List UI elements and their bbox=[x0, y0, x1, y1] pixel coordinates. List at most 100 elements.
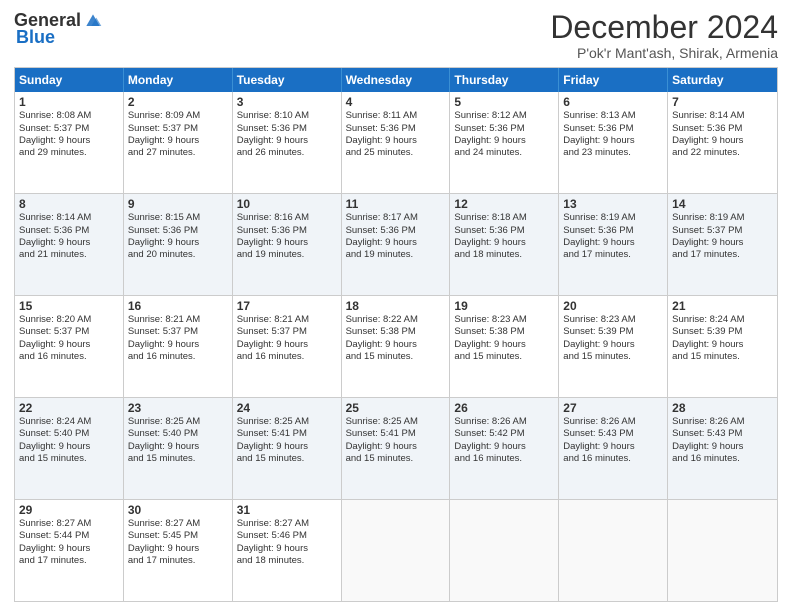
day-number: 23 bbox=[128, 401, 228, 415]
day-number: 31 bbox=[237, 503, 337, 517]
cell-info-line: Sunrise: 8:15 AM bbox=[128, 212, 228, 224]
day-number: 29 bbox=[19, 503, 119, 517]
calendar-row: 8Sunrise: 8:14 AMSunset: 5:36 PMDaylight… bbox=[15, 193, 777, 295]
calendar-cell: 27Sunrise: 8:26 AMSunset: 5:43 PMDayligh… bbox=[559, 398, 668, 499]
cell-info-line: Sunrise: 8:27 AM bbox=[128, 518, 228, 530]
calendar-cell bbox=[668, 500, 777, 601]
cell-info-line: Sunrise: 8:23 AM bbox=[454, 314, 554, 326]
cell-info-line: Daylight: 9 hours bbox=[19, 543, 119, 555]
day-number: 15 bbox=[19, 299, 119, 313]
day-number: 13 bbox=[563, 197, 663, 211]
calendar-cell: 6Sunrise: 8:13 AMSunset: 5:36 PMDaylight… bbox=[559, 92, 668, 193]
cell-info-line: and 18 minutes. bbox=[237, 555, 337, 567]
calendar-cell: 3Sunrise: 8:10 AMSunset: 5:36 PMDaylight… bbox=[233, 92, 342, 193]
cell-info-line: and 19 minutes. bbox=[346, 249, 446, 261]
calendar-cell: 12Sunrise: 8:18 AMSunset: 5:36 PMDayligh… bbox=[450, 194, 559, 295]
cell-info-line: Sunrise: 8:23 AM bbox=[563, 314, 663, 326]
cell-info-line: Daylight: 9 hours bbox=[128, 543, 228, 555]
cell-info-line: Daylight: 9 hours bbox=[454, 135, 554, 147]
cell-info-line: and 15 minutes. bbox=[563, 351, 663, 363]
cell-info-line: Sunrise: 8:26 AM bbox=[563, 416, 663, 428]
cell-info-line: and 19 minutes. bbox=[237, 249, 337, 261]
cell-info-line: Daylight: 9 hours bbox=[346, 441, 446, 453]
cell-info-line: Sunrise: 8:19 AM bbox=[672, 212, 773, 224]
cell-info-line: Daylight: 9 hours bbox=[237, 237, 337, 249]
cell-info-line: Sunset: 5:36 PM bbox=[346, 225, 446, 237]
calendar-row: 29Sunrise: 8:27 AMSunset: 5:44 PMDayligh… bbox=[15, 499, 777, 601]
cell-info-line: Daylight: 9 hours bbox=[19, 339, 119, 351]
cell-info-line: Daylight: 9 hours bbox=[128, 441, 228, 453]
day-number: 7 bbox=[672, 95, 773, 109]
cell-info-line: Sunset: 5:37 PM bbox=[237, 326, 337, 338]
cell-info-line: Sunset: 5:42 PM bbox=[454, 428, 554, 440]
calendar-cell: 21Sunrise: 8:24 AMSunset: 5:39 PMDayligh… bbox=[668, 296, 777, 397]
day-number: 30 bbox=[128, 503, 228, 517]
calendar-cell: 18Sunrise: 8:22 AMSunset: 5:38 PMDayligh… bbox=[342, 296, 451, 397]
calendar-cell: 1Sunrise: 8:08 AMSunset: 5:37 PMDaylight… bbox=[15, 92, 124, 193]
cell-info-line: Sunrise: 8:26 AM bbox=[454, 416, 554, 428]
cell-info-line: Sunrise: 8:27 AM bbox=[19, 518, 119, 530]
calendar-cell bbox=[342, 500, 451, 601]
calendar-cell: 19Sunrise: 8:23 AMSunset: 5:38 PMDayligh… bbox=[450, 296, 559, 397]
day-number: 2 bbox=[128, 95, 228, 109]
day-number: 26 bbox=[454, 401, 554, 415]
calendar-cell: 15Sunrise: 8:20 AMSunset: 5:37 PMDayligh… bbox=[15, 296, 124, 397]
cell-info-line: Sunset: 5:36 PM bbox=[128, 225, 228, 237]
cell-info-line: Sunset: 5:44 PM bbox=[19, 530, 119, 542]
day-number: 28 bbox=[672, 401, 773, 415]
calendar-header-cell: Monday bbox=[124, 68, 233, 92]
cell-info-line: Sunrise: 8:25 AM bbox=[128, 416, 228, 428]
cell-info-line: and 16 minutes. bbox=[672, 453, 773, 465]
cell-info-line: Daylight: 9 hours bbox=[128, 339, 228, 351]
calendar-cell: 2Sunrise: 8:09 AMSunset: 5:37 PMDaylight… bbox=[124, 92, 233, 193]
cell-info-line: Daylight: 9 hours bbox=[454, 441, 554, 453]
subtitle: P'ok'r Mant'ash, Shirak, Armenia bbox=[550, 45, 778, 61]
cell-info-line: Sunset: 5:46 PM bbox=[237, 530, 337, 542]
calendar-cell: 10Sunrise: 8:16 AMSunset: 5:36 PMDayligh… bbox=[233, 194, 342, 295]
calendar-cell bbox=[559, 500, 668, 601]
cell-info-line: Daylight: 9 hours bbox=[672, 237, 773, 249]
cell-info-line: and 17 minutes. bbox=[19, 555, 119, 567]
cell-info-line: and 18 minutes. bbox=[454, 249, 554, 261]
cell-info-line: Daylight: 9 hours bbox=[672, 441, 773, 453]
calendar-body: 1Sunrise: 8:08 AMSunset: 5:37 PMDaylight… bbox=[15, 92, 777, 601]
logo: General Blue bbox=[14, 10, 103, 48]
calendar-cell: 17Sunrise: 8:21 AMSunset: 5:37 PMDayligh… bbox=[233, 296, 342, 397]
calendar-cell: 22Sunrise: 8:24 AMSunset: 5:40 PMDayligh… bbox=[15, 398, 124, 499]
cell-info-line: and 25 minutes. bbox=[346, 147, 446, 159]
cell-info-line: Sunset: 5:43 PM bbox=[672, 428, 773, 440]
calendar-cell: 9Sunrise: 8:15 AMSunset: 5:36 PMDaylight… bbox=[124, 194, 233, 295]
cell-info-line: and 22 minutes. bbox=[672, 147, 773, 159]
cell-info-line: Daylight: 9 hours bbox=[346, 135, 446, 147]
calendar-cell: 7Sunrise: 8:14 AMSunset: 5:36 PMDaylight… bbox=[668, 92, 777, 193]
cell-info-line: Daylight: 9 hours bbox=[237, 135, 337, 147]
cell-info-line: Daylight: 9 hours bbox=[672, 339, 773, 351]
calendar-header-cell: Wednesday bbox=[342, 68, 451, 92]
cell-info-line: Sunrise: 8:26 AM bbox=[672, 416, 773, 428]
cell-info-line: Sunset: 5:40 PM bbox=[128, 428, 228, 440]
cell-info-line: Daylight: 9 hours bbox=[454, 339, 554, 351]
cell-info-line: Sunrise: 8:08 AM bbox=[19, 110, 119, 122]
cell-info-line: and 15 minutes. bbox=[454, 351, 554, 363]
day-number: 24 bbox=[237, 401, 337, 415]
page: General Blue December 2024 P'ok'r Mant'a… bbox=[0, 0, 792, 612]
cell-info-line: Sunrise: 8:14 AM bbox=[672, 110, 773, 122]
cell-info-line: Daylight: 9 hours bbox=[563, 339, 663, 351]
cell-info-line: and 16 minutes. bbox=[237, 351, 337, 363]
cell-info-line: and 15 minutes. bbox=[237, 453, 337, 465]
cell-info-line: Sunset: 5:41 PM bbox=[346, 428, 446, 440]
cell-info-line: Daylight: 9 hours bbox=[563, 237, 663, 249]
calendar-cell: 4Sunrise: 8:11 AMSunset: 5:36 PMDaylight… bbox=[342, 92, 451, 193]
day-number: 27 bbox=[563, 401, 663, 415]
cell-info-line: Sunrise: 8:25 AM bbox=[346, 416, 446, 428]
cell-info-line: and 15 minutes. bbox=[672, 351, 773, 363]
title-section: December 2024 P'ok'r Mant'ash, Shirak, A… bbox=[550, 10, 778, 61]
calendar-cell: 8Sunrise: 8:14 AMSunset: 5:36 PMDaylight… bbox=[15, 194, 124, 295]
cell-info-line: Sunset: 5:45 PM bbox=[128, 530, 228, 542]
calendar-row: 22Sunrise: 8:24 AMSunset: 5:40 PMDayligh… bbox=[15, 397, 777, 499]
cell-info-line: Daylight: 9 hours bbox=[128, 135, 228, 147]
cell-info-line: and 17 minutes. bbox=[672, 249, 773, 261]
cell-info-line: Sunrise: 8:22 AM bbox=[346, 314, 446, 326]
cell-info-line: and 17 minutes. bbox=[128, 555, 228, 567]
cell-info-line: Sunrise: 8:19 AM bbox=[563, 212, 663, 224]
